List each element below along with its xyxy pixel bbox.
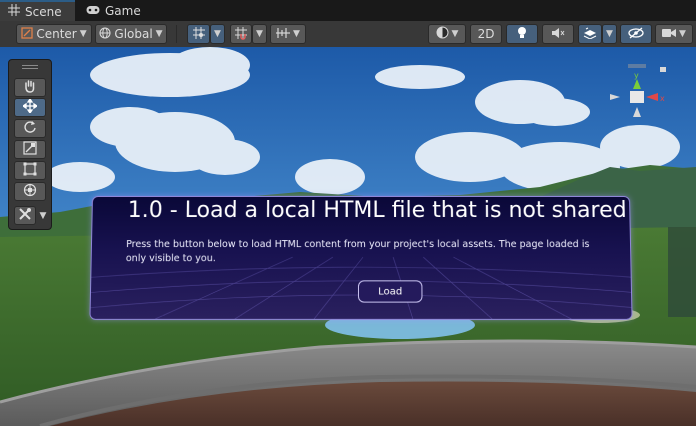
increment-snap-dropdown[interactable]: ▼ <box>252 24 267 44</box>
scale-tool-button[interactable] <box>14 140 46 159</box>
tab-scene[interactable]: Scene <box>0 0 75 21</box>
panel-description: Press the button below to load HTML cont… <box>125 239 590 265</box>
move-arrows-icon <box>21 97 39 117</box>
grid-snap-icon <box>192 26 206 43</box>
pivot-mode-label: Center <box>36 27 77 41</box>
transform-icon <box>23 182 37 201</box>
gamepad-icon <box>86 4 100 18</box>
chevron-down-icon: ▼ <box>214 29 221 39</box>
scale-icon <box>23 140 37 159</box>
scene-visibility-toggle[interactable] <box>620 24 652 44</box>
pivot-icon <box>21 26 33 42</box>
overlay-drag-handle-line <box>22 68 38 69</box>
speaker-muted-icon <box>551 27 565 42</box>
hand-icon <box>23 78 37 97</box>
chevron-down-icon: ▼ <box>155 29 163 39</box>
custom-tool-button[interactable] <box>14 206 36 225</box>
rotate-tool-button[interactable] <box>14 119 46 138</box>
scene-toolbar: Center ▼ Global ▼ ▼ ▼ ▼ ▼ 2D ▼ ▼ <box>0 21 696 48</box>
effects-toggle[interactable] <box>578 24 602 44</box>
chevron-down-icon: ▼ <box>679 29 686 39</box>
panel-title: 1.0 - Load a local HTML file that is not… <box>127 197 627 223</box>
move-tool-button[interactable] <box>14 97 46 117</box>
audio-toggle[interactable] <box>542 24 574 44</box>
rect-transform-icon <box>23 161 37 180</box>
chevron-down-icon: ▼ <box>293 29 300 39</box>
hand-tool-button[interactable] <box>14 78 46 97</box>
chevron-down-icon: ▼ <box>39 210 47 221</box>
align-tools-dropdown[interactable]: ▼ <box>270 24 306 44</box>
svg-text:y: y <box>634 71 639 80</box>
space-mode-dropdown[interactable]: Global ▼ <box>95 24 167 44</box>
rotate-icon <box>23 119 37 138</box>
svg-text:x: x <box>660 94 665 103</box>
chevron-down-icon: ▼ <box>451 29 459 39</box>
mode-2d-button[interactable]: 2D <box>470 24 502 44</box>
globe-icon <box>99 26 111 42</box>
overlay-drag-handle[interactable] <box>22 65 38 66</box>
effects-layers-icon <box>583 27 597 42</box>
grid-snap-dropdown[interactable]: ▼ <box>210 24 225 44</box>
window-tab-bar: Scene Game <box>0 0 696 21</box>
axis-gizmo-icon: y x <box>610 64 666 117</box>
html-webview-panel: 1.0 - Load a local HTML file that is not… <box>89 196 633 320</box>
draw-mode-dropdown[interactable]: ▼ <box>428 24 466 44</box>
transform-tool-button[interactable] <box>14 182 46 201</box>
lightbulb-icon <box>517 26 527 43</box>
scene-tools-overlay: ▼ <box>8 59 52 230</box>
chevron-down-icon: ▼ <box>79 29 87 39</box>
mode-2d-label: 2D <box>477 27 495 41</box>
grid-snap-button[interactable] <box>187 24 210 44</box>
custom-tool-dropdown[interactable]: ▼ <box>38 209 48 222</box>
tab-game[interactable]: Game <box>78 0 148 21</box>
tools-wrench-icon <box>18 206 32 225</box>
chevron-down-icon: ▼ <box>606 29 613 39</box>
shading-sphere-icon <box>436 26 449 42</box>
align-icon <box>276 27 291 42</box>
grid-icon <box>8 4 20 19</box>
lighting-toggle[interactable] <box>506 24 538 44</box>
eye-hidden-icon <box>628 27 644 42</box>
magnet-grid-icon <box>234 26 248 43</box>
scene-viewport[interactable]: y x ▼ 1.0 - Load a local HTML file that … <box>0 47 696 426</box>
camera-settings-dropdown[interactable]: ▼ <box>655 24 693 44</box>
effects-dropdown[interactable]: ▼ <box>602 24 617 44</box>
toolbar-divider <box>176 25 177 43</box>
orientation-gizmo[interactable]: y x <box>606 59 670 135</box>
tab-game-label: Game <box>105 3 141 18</box>
rect-tool-button[interactable] <box>14 161 46 180</box>
chevron-down-icon: ▼ <box>256 29 263 39</box>
camera-icon <box>662 27 677 41</box>
increment-snap-button[interactable] <box>230 24 252 44</box>
load-button[interactable]: Load <box>357 280 423 303</box>
space-mode-label: Global <box>114 27 153 41</box>
tab-scene-label: Scene <box>25 4 62 19</box>
pivot-mode-dropdown[interactable]: Center ▼ <box>16 24 92 44</box>
